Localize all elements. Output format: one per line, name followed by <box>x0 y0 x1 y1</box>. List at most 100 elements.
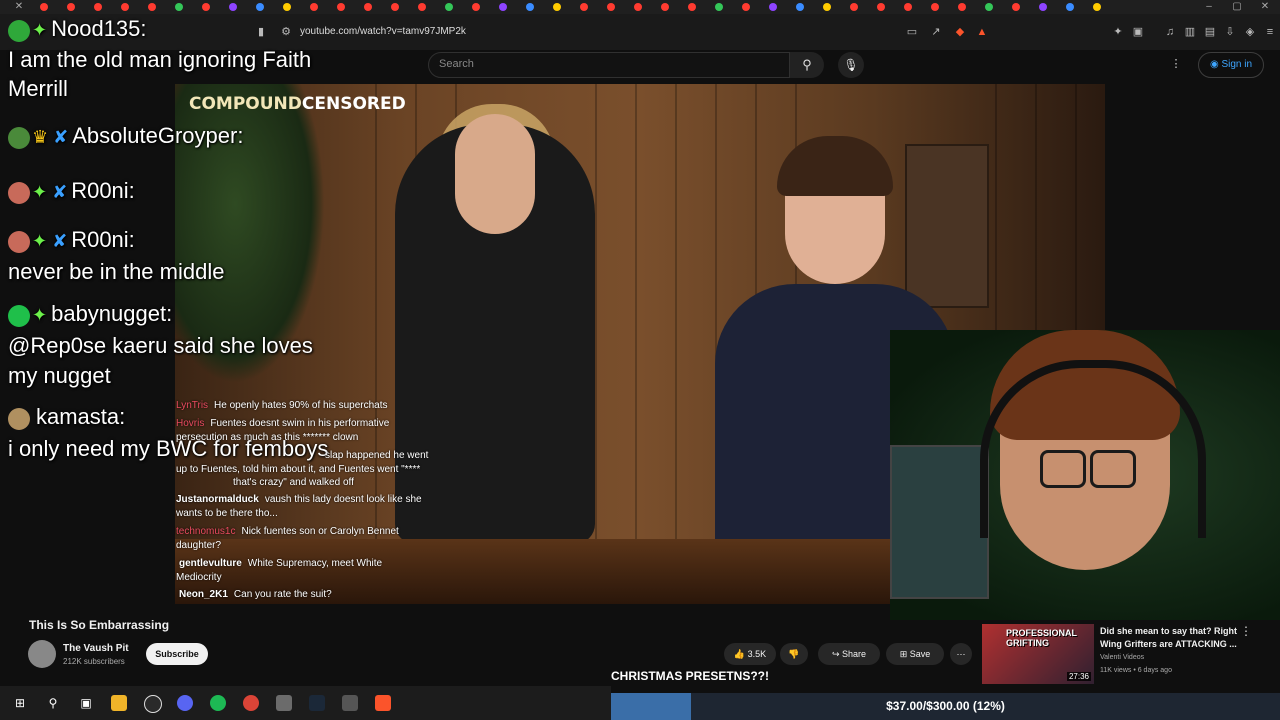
chat-username: babynugget: <box>51 301 173 326</box>
browser-tab[interactable] <box>418 3 426 11</box>
tab-search-icon[interactable]: ▣ <box>1132 26 1144 38</box>
cast-icon[interactable]: ▭ <box>906 26 918 38</box>
browser-tab[interactable] <box>499 3 507 11</box>
browser-tab[interactable] <box>391 3 399 11</box>
browser-tab[interactable] <box>715 3 723 11</box>
brave-shield-icon[interactable]: ◆ <box>954 26 966 38</box>
extensions-icon[interactable]: ✦ <box>1112 26 1124 38</box>
bookmark-icon[interactable]: ▮ <box>255 26 267 38</box>
browser-tab[interactable] <box>472 3 480 11</box>
search-input[interactable]: Search <box>428 52 790 78</box>
dislike-button[interactable]: 👎 <box>780 643 808 665</box>
browser-tab[interactable] <box>661 3 669 11</box>
spotify-icon[interactable] <box>210 695 226 711</box>
browser-tab[interactable] <box>904 3 912 11</box>
brave-rewards-icon[interactable]: ▲ <box>976 26 988 38</box>
browser-tab[interactable] <box>526 3 534 11</box>
sign-in-button[interactable]: ◉ Sign in <box>1198 52 1264 78</box>
recommended-thumbnail[interactable]: PROFESSIONAL GRIFTING 27:36 <box>982 624 1094 684</box>
browser-tab[interactable] <box>310 3 318 11</box>
browser-tab[interactable] <box>1012 3 1020 11</box>
like-button[interactable]: 👍 3.5K <box>724 643 776 665</box>
close-tab-icon[interactable]: ✕ <box>8 0 30 14</box>
browser-tab[interactable] <box>985 3 993 11</box>
thumbnail-text: PROFESSIONAL GRIFTING <box>1006 628 1078 648</box>
browser-tab[interactable] <box>1093 3 1101 11</box>
browser-tab[interactable] <box>202 3 210 11</box>
browser-tab[interactable] <box>1066 3 1074 11</box>
sign-in-label: Sign in <box>1221 59 1253 70</box>
more-options-icon[interactable]: ⋮ <box>1170 58 1182 70</box>
browser-tab[interactable] <box>931 3 939 11</box>
file-explorer-icon[interactable] <box>111 695 127 711</box>
download-icon[interactable]: ⇩ <box>1224 26 1236 38</box>
browser-tab[interactable] <box>634 3 642 11</box>
share-page-icon[interactable]: ↗ <box>930 26 942 38</box>
browser-tab[interactable] <box>229 3 237 11</box>
brave-icon[interactable] <box>375 695 391 711</box>
browser-tab[interactable] <box>688 3 696 11</box>
chat-message: never be in the middle <box>8 259 225 284</box>
browser-tab[interactable] <box>1039 3 1047 11</box>
browser-tab[interactable] <box>769 3 777 11</box>
steam-icon[interactable] <box>309 695 325 711</box>
browser-tab[interactable] <box>823 3 831 11</box>
browser-tab[interactable] <box>580 3 588 11</box>
browser-tab[interactable] <box>850 3 858 11</box>
subscriber-count: 212K subscribers <box>63 657 125 666</box>
close-window-icon[interactable]: ✕ <box>1254 0 1276 14</box>
channel-avatar[interactable] <box>28 640 56 668</box>
browser-tab[interactable] <box>175 3 183 11</box>
url-field[interactable]: youtube.com/watch?v=tamv97JMP2k <box>300 26 466 37</box>
browser-tab[interactable] <box>67 3 75 11</box>
menu-icon[interactable]: ≡ <box>1264 26 1276 38</box>
subscribe-button[interactable]: Subscribe <box>146 643 208 665</box>
channel-name[interactable]: The Vaush Pit <box>63 643 129 654</box>
browser-tab[interactable] <box>337 3 345 11</box>
video-title: This Is So Embarrassing <box>29 618 170 632</box>
minimize-icon[interactable]: – <box>1198 0 1220 14</box>
discord-icon[interactable] <box>177 695 193 711</box>
wall-telephone <box>905 144 989 308</box>
obs-icon[interactable] <box>144 695 162 713</box>
site-info-icon[interactable]: ⚙ <box>280 26 292 38</box>
browser-tab[interactable] <box>742 3 750 11</box>
chat-line: ✦ Nood135: <box>8 16 147 43</box>
browser-tab[interactable] <box>40 3 48 11</box>
app-icon[interactable] <box>276 695 292 711</box>
browser-tab[interactable] <box>364 3 372 11</box>
save-button[interactable]: ⊞ Save <box>886 643 944 665</box>
donation-progress-text: $37.00/$300.00 (12%) <box>886 699 1005 713</box>
browser-tab[interactable] <box>445 3 453 11</box>
recommended-channel[interactable]: Valenti Videos <box>1100 654 1144 661</box>
browser-tab[interactable] <box>283 3 291 11</box>
browser-tab[interactable] <box>796 3 804 11</box>
share-button[interactable]: ↪ Share <box>818 643 880 665</box>
app-icon[interactable] <box>342 695 358 711</box>
browser-tab[interactable] <box>958 3 966 11</box>
thumbs-up-icon: 👍 <box>733 649 746 659</box>
sidebar-icon[interactable]: ▥ <box>1184 26 1196 38</box>
more-actions-button[interactable]: ⋯ <box>950 643 972 665</box>
search-icon[interactable]: ⚲ <box>45 695 61 711</box>
browser-tab[interactable] <box>877 3 885 11</box>
browser-tab[interactable] <box>607 3 615 11</box>
task-view-icon[interactable]: ▣ <box>78 695 94 711</box>
recommended-more-icon[interactable]: ⋮ <box>1240 624 1252 638</box>
browser-tab[interactable] <box>148 3 156 11</box>
windows-start-icon[interactable]: ⊞ <box>12 695 28 711</box>
browser-tab[interactable] <box>553 3 561 11</box>
vpn-icon[interactable]: ◈ <box>1244 26 1256 38</box>
browser-tab[interactable] <box>94 3 102 11</box>
maximize-icon[interactable]: ▢ <box>1226 0 1248 14</box>
recommended-title[interactable]: Did she mean to say that? Right Wing Gri… <box>1100 625 1240 651</box>
browser-tab[interactable] <box>121 3 129 11</box>
small-chat-line: gentlevulture White Supremacy, meet White <box>179 558 383 569</box>
media-icon[interactable]: ♫ <box>1164 26 1176 38</box>
wallet-icon[interactable]: ▤ <box>1204 26 1216 38</box>
voice-search-button[interactable]: 🎙 <box>838 52 864 78</box>
chrome-icon[interactable] <box>243 695 259 711</box>
search-icon: ⚲ <box>802 57 812 72</box>
browser-tab[interactable] <box>256 3 264 11</box>
search-button[interactable]: ⚲ <box>790 52 824 78</box>
